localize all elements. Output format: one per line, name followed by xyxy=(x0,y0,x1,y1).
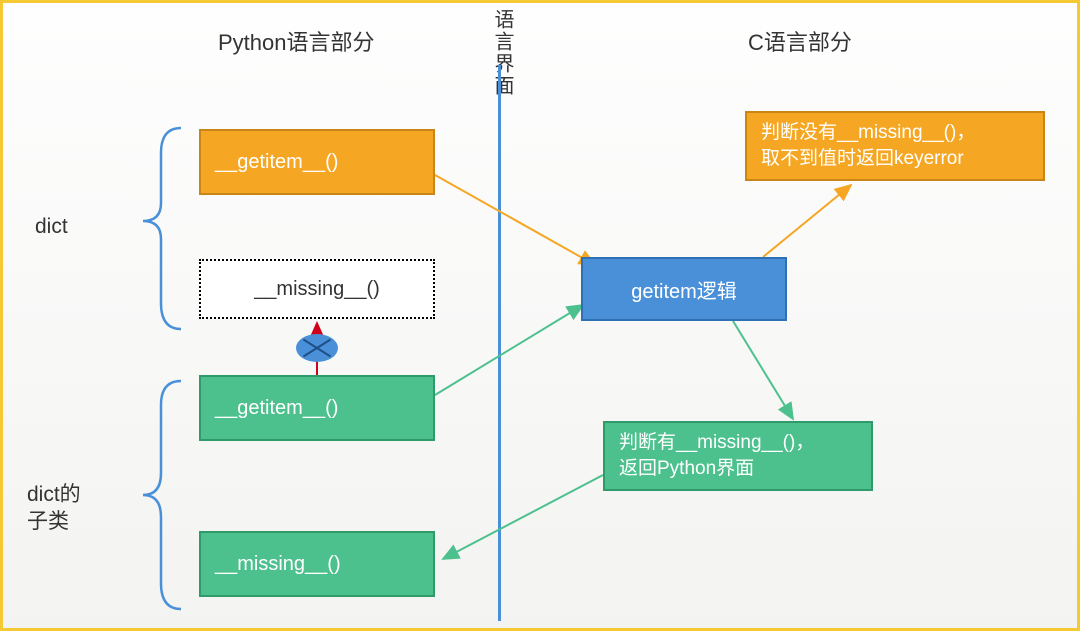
header-python: Python语言部分 xyxy=(218,25,375,57)
node-py-missing-dict: __missing__() xyxy=(199,259,435,319)
group-label-dict: dict xyxy=(35,213,68,240)
node-py-getitem-dict: __getitem__() xyxy=(199,129,435,195)
node-c-no-missing: 判断没有__missing__()， 取不到值时返回keyerror xyxy=(745,111,1045,181)
node-c-has-missing: 判断有__missing__()， 返回Python界面 xyxy=(603,421,873,491)
node-py-getitem-sub: __getitem__() xyxy=(199,375,435,441)
arrow-has-missing-to-py-missing xyxy=(443,475,603,559)
node-py-missing-sub: __missing__() xyxy=(199,531,435,597)
arrow-c-to-no-missing xyxy=(763,185,851,257)
arrow-c-to-has-missing xyxy=(733,321,793,419)
diagram-frame: Python语言部分 语言界面 C语言部分 dict dict的 子类 __ge… xyxy=(0,0,1080,631)
header-c: C语言部分 xyxy=(748,25,852,57)
arrow-py-getitem-dict-to-c xyxy=(435,175,595,265)
arrows xyxy=(3,3,1080,631)
language-divider xyxy=(498,65,501,621)
blocked-indicator xyxy=(296,334,338,362)
brace-dict xyxy=(3,3,1080,631)
brace-subclass xyxy=(3,3,1080,631)
arrow-py-getitem-sub-to-c xyxy=(435,305,583,395)
node-c-getitem: getitem逻辑 xyxy=(581,257,787,321)
group-label-subclass: dict的 子类 xyxy=(27,481,81,536)
